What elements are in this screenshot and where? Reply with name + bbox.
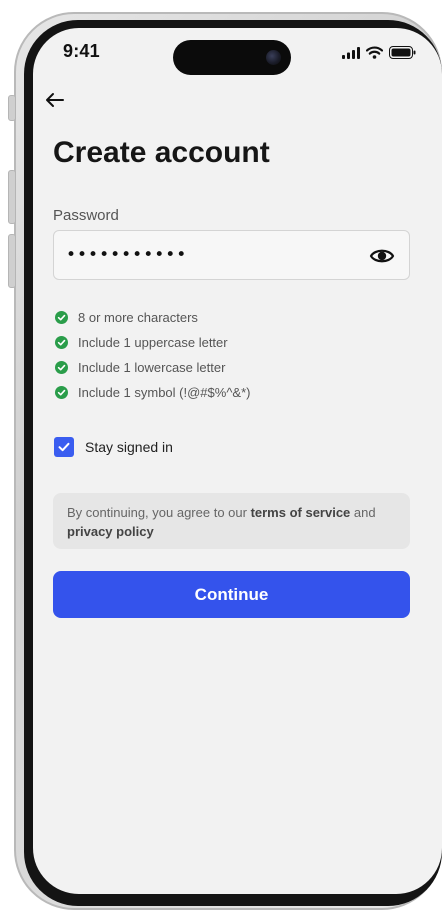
requirement-label: Include 1 symbol (!@#$%^&*) bbox=[78, 385, 251, 400]
arrow-left-icon[interactable] bbox=[41, 86, 69, 114]
password-label: Password bbox=[53, 207, 119, 224]
wifi-icon bbox=[366, 46, 383, 59]
terms-prefix: By continuing, you agree to our bbox=[67, 505, 251, 520]
action-button bbox=[8, 95, 16, 121]
terms-of-service-link[interactable]: terms of service bbox=[251, 505, 351, 520]
signal-icon bbox=[342, 46, 360, 59]
requirement-item: Include 1 uppercase letter bbox=[55, 330, 250, 355]
stay-signed-in-checkbox[interactable] bbox=[54, 437, 74, 457]
requirement-item: 8 or more characters bbox=[55, 305, 250, 330]
password-input[interactable] bbox=[66, 231, 356, 279]
page-title: Create account bbox=[53, 136, 270, 169]
requirement-item: Include 1 lowercase letter bbox=[55, 355, 250, 380]
phone-screen: 9:41 Create account Password •••••••••••… bbox=[33, 28, 442, 894]
eye-icon[interactable] bbox=[369, 243, 395, 269]
volume-down-button bbox=[8, 234, 16, 288]
check-circle-icon bbox=[55, 336, 68, 349]
requirement-label: 8 or more characters bbox=[78, 310, 198, 325]
status-bar: 9:41 bbox=[33, 28, 442, 88]
terms-notice: By continuing, you agree to our terms of… bbox=[53, 493, 410, 549]
stay-signed-in-label: Stay signed in bbox=[85, 439, 173, 455]
check-circle-icon bbox=[55, 386, 68, 399]
requirement-label: Include 1 lowercase letter bbox=[78, 360, 226, 375]
stay-signed-in-toggle[interactable]: Stay signed in bbox=[54, 437, 173, 457]
camera-lens bbox=[266, 50, 281, 65]
status-icons bbox=[342, 46, 416, 59]
requirement-label: Include 1 uppercase letter bbox=[78, 335, 228, 350]
volume-up-button bbox=[8, 170, 16, 224]
continue-button[interactable]: Continue bbox=[53, 571, 410, 618]
status-time: 9:41 bbox=[63, 41, 100, 61]
check-circle-icon bbox=[55, 311, 68, 324]
password-field bbox=[53, 230, 410, 280]
privacy-policy-link[interactable]: privacy policy bbox=[67, 524, 154, 539]
checkmark-icon bbox=[58, 442, 70, 452]
terms-middle: and bbox=[350, 505, 376, 520]
dynamic-island bbox=[173, 40, 291, 75]
requirement-item: Include 1 symbol (!@#$%^&*) bbox=[55, 380, 250, 405]
battery-icon bbox=[389, 46, 416, 59]
check-circle-icon bbox=[55, 361, 68, 374]
password-requirements: 8 or more characters Include 1 uppercase… bbox=[55, 305, 250, 405]
